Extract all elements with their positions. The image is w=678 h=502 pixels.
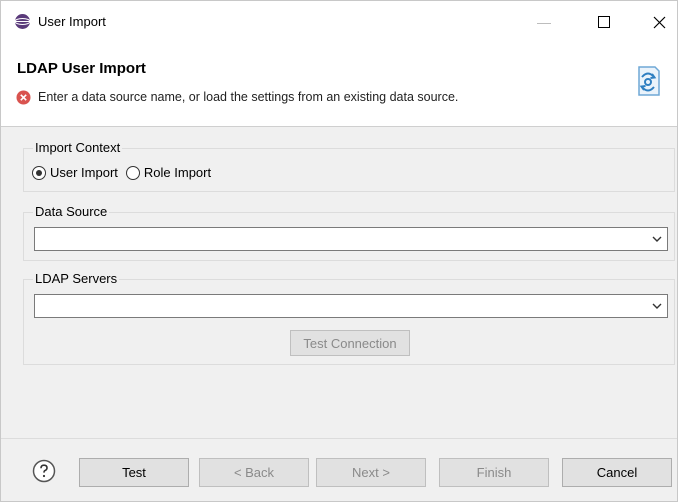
minimize-icon[interactable]: — [521,5,567,39]
role-import-label[interactable]: Role Import [144,165,211,180]
import-wizard-icon [638,66,660,96]
data-source-combo[interactable] [34,227,668,251]
chevron-down-icon[interactable] [651,299,663,313]
title-bar: User Import — [1,1,677,43]
user-import-window: User Import — LDAP User Import Enter a d… [0,0,678,502]
cancel-button[interactable]: Cancel [562,458,672,487]
wizard-header: LDAP User Import Enter a data source nam… [1,43,677,127]
window-title: User Import [38,14,106,29]
user-import-label[interactable]: User Import [50,165,118,180]
import-context-group: Import Context User Import Role Import [23,140,675,192]
chevron-down-icon[interactable] [651,232,663,246]
footer-divider [1,438,677,439]
error-icon [16,90,31,105]
ldap-servers-combo[interactable] [34,294,668,318]
ldap-servers-legend: LDAP Servers [33,271,120,286]
import-context-options: User Import Role Import [32,165,219,180]
ldap-servers-group: LDAP Servers Test Connection [23,271,675,365]
next-button[interactable]: Next > [316,458,426,487]
role-import-radio[interactable] [125,165,140,180]
data-source-group: Data Source [23,204,675,261]
help-icon[interactable] [32,459,56,483]
app-globe-icon [14,14,31,29]
page-title: LDAP User Import [17,60,146,77]
user-import-radio[interactable] [32,165,46,180]
header-message: Enter a data source name, or load the se… [38,90,459,104]
import-context-legend: Import Context [33,140,123,155]
test-connection-button[interactable]: Test Connection [290,330,410,356]
back-button[interactable]: < Back [199,458,309,487]
maximize-icon[interactable] [581,5,627,39]
finish-button[interactable]: Finish [439,458,549,487]
test-button[interactable]: Test [79,458,189,487]
data-source-legend: Data Source [33,204,110,219]
close-icon[interactable] [636,5,678,39]
